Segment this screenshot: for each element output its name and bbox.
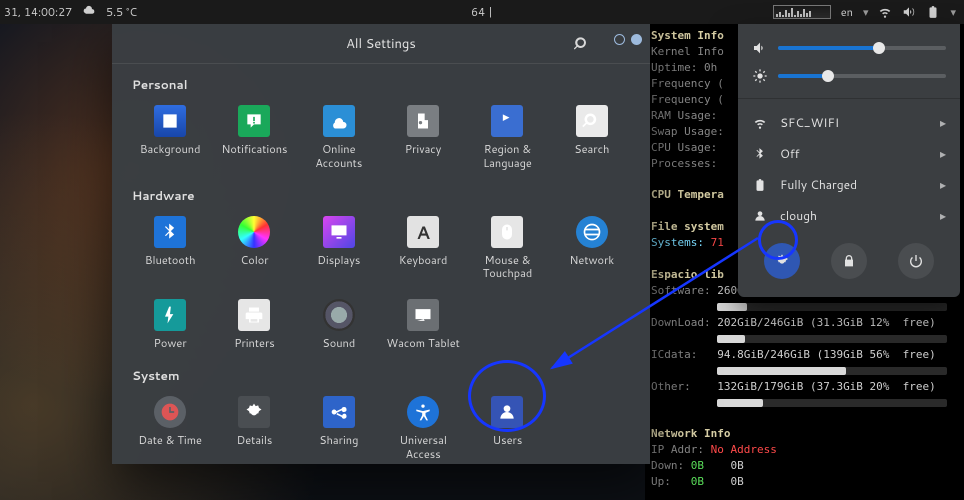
search-button[interactable]	[570, 32, 594, 56]
brightness-icon	[752, 68, 768, 84]
clock-text: 31, 14:00:27	[4, 4, 72, 20]
settings-item-details[interactable]: Details	[212, 390, 296, 464]
lock-action-button[interactable]	[831, 243, 867, 279]
settings-item-region-language[interactable]: Region & Language	[465, 99, 549, 175]
settings-item-printers[interactable]: Printers	[212, 293, 296, 355]
settings-item-sharing[interactable]: Sharing	[297, 390, 381, 464]
volume-icon[interactable]	[902, 5, 916, 19]
system-menu: SFC_WIFI ▸ Off ▸ Fully Charged ▸ clough …	[738, 24, 960, 297]
settings-item-keyboard[interactable]: A Keyboard	[381, 210, 465, 286]
wifi-icon[interactable]	[878, 5, 892, 19]
settings-item-users[interactable]: Users	[465, 390, 549, 464]
temperature-text: 5.5 °C	[106, 4, 137, 20]
brightness-slider-row[interactable]	[738, 62, 960, 90]
settings-header: All Settings	[112, 24, 650, 64]
settings-item-mouse-touchpad[interactable]: Mouse & Touchpad	[465, 210, 549, 286]
settings-item-displays[interactable]: Displays	[297, 210, 381, 286]
settings-title: All Settings	[346, 35, 416, 53]
weather-icon	[82, 5, 96, 19]
settings-item-bluetooth[interactable]: Bluetooth	[128, 210, 212, 286]
menu-user[interactable]: clough ▸	[738, 200, 960, 231]
brightness-slider[interactable]	[778, 74, 946, 78]
battery-icon[interactable]	[926, 5, 940, 19]
battery-icon	[752, 177, 768, 193]
page-indicator[interactable]	[614, 34, 642, 45]
settings-item-universal-access[interactable]: Universal Access	[381, 390, 465, 464]
volume-icon	[752, 40, 768, 56]
settings-item-privacy[interactable]: Privacy	[381, 99, 465, 175]
settings-item-online-accounts[interactable]: Online Accounts	[297, 99, 381, 175]
section-system: System	[132, 367, 634, 384]
settings-item-sound[interactable]: Sound	[297, 293, 381, 355]
wifi-icon	[752, 115, 768, 131]
chevron-right-icon: ▸	[940, 145, 946, 162]
section-hardware: Hardware	[132, 187, 634, 204]
volume-slider[interactable]	[778, 46, 946, 50]
chevron-right-icon: ▸	[940, 114, 946, 131]
top-panel: 31, 14:00:27 5.5 °C 64 | en ▾ ▾	[0, 0, 964, 24]
center-status: 64 |	[471, 4, 493, 20]
bluetooth-icon	[752, 146, 768, 162]
chevron-right-icon: ▸	[940, 207, 946, 224]
settings-item-search[interactable]: Search	[550, 99, 634, 175]
settings-item-date-time[interactable]: Date & Time	[128, 390, 212, 464]
menu-wifi[interactable]: SFC_WIFI ▸	[738, 107, 960, 138]
settings-item-power[interactable]: Power	[128, 293, 212, 355]
settings-item-color[interactable]: Color	[212, 210, 296, 286]
activity-graph	[773, 5, 831, 19]
section-personal: Personal	[132, 76, 634, 93]
power-action-button[interactable]	[898, 243, 934, 279]
settings-window: All Settings Personal Background Notific…	[112, 24, 650, 464]
user-icon	[752, 208, 768, 224]
settings-item-notifications[interactable]: Notifications	[212, 99, 296, 175]
settings-item-network[interactable]: Network	[550, 210, 634, 286]
settings-item-background[interactable]: Background	[128, 99, 212, 175]
chevron-right-icon: ▸	[940, 176, 946, 193]
menu-bluetooth[interactable]: Off ▸	[738, 138, 960, 169]
locale-indicator[interactable]: en	[841, 4, 853, 20]
settings-item-wacom[interactable]: Wacom Tablet	[381, 293, 465, 355]
settings-action-button[interactable]	[764, 243, 800, 279]
menu-battery[interactable]: Fully Charged ▸	[738, 169, 960, 200]
volume-slider-row[interactable]	[738, 34, 960, 62]
